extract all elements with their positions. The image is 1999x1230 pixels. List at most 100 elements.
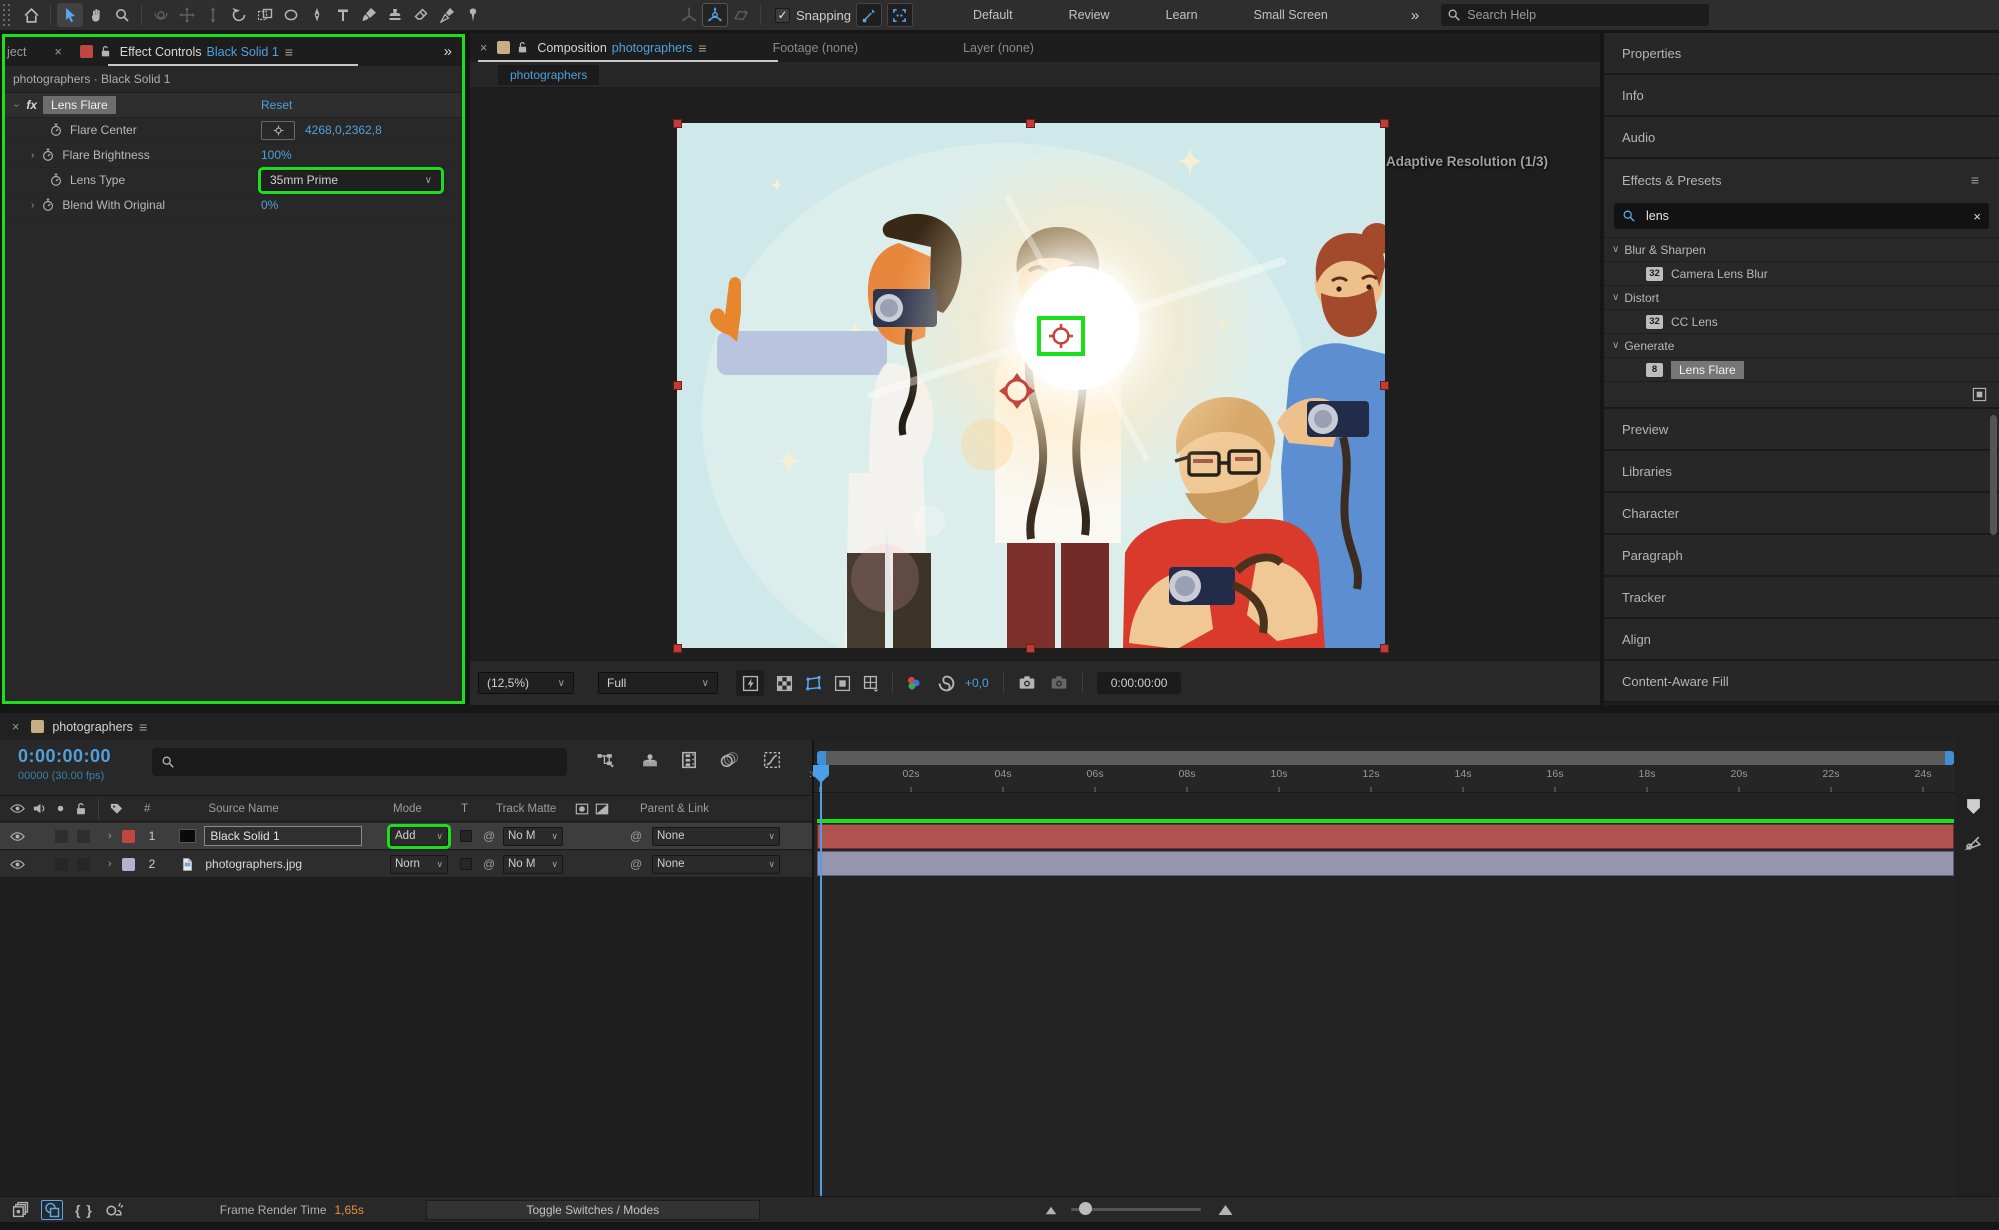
motion-blur-button[interactable]: [720, 751, 738, 769]
preserve-transparency-checkbox[interactable]: [460, 858, 472, 870]
brush-tool[interactable]: [356, 3, 382, 27]
rotation-tool[interactable]: [226, 3, 252, 27]
tab-overflow-chevron[interactable]: »: [444, 43, 452, 60]
exposure-value[interactable]: +0,0: [965, 676, 989, 690]
track-matte-dropdown[interactable]: No M ∨: [503, 855, 563, 874]
number-column-header[interactable]: #: [144, 803, 150, 815]
matte-pickwhip-icon[interactable]: @: [483, 829, 495, 843]
track-matte-column-header[interactable]: Track Matte: [496, 803, 556, 815]
zoom-in-mountain-icon[interactable]: [1217, 1203, 1234, 1217]
snapping-checkbox[interactable]: ✓: [775, 8, 790, 23]
layer-row-2[interactable]: › 2 photographers.jpg Norn ∨ @ No M ∨ @ …: [0, 851, 812, 878]
layer-twirl-icon[interactable]: ›: [108, 830, 112, 842]
project-tab-clipped[interactable]: ject: [7, 45, 26, 59]
panel-group-swatch[interactable]: [497, 41, 510, 54]
effect-point-button[interactable]: [261, 121, 295, 140]
tab-audio[interactable]: Audio: [1604, 117, 1999, 159]
selection-handle[interactable]: [1380, 119, 1389, 128]
expand-transfer-controls-button[interactable]: [41, 1200, 63, 1220]
footage-tab[interactable]: Footage (none): [773, 41, 858, 55]
stopwatch-icon[interactable]: [41, 148, 55, 162]
puppet-pin-tool[interactable]: [460, 3, 486, 27]
switch-cell[interactable]: [55, 858, 68, 871]
pan-camera-tool[interactable]: [174, 3, 200, 27]
work-area-end-handle[interactable]: [1945, 751, 1954, 765]
work-area-bar[interactable]: [817, 751, 1954, 765]
stopwatch-icon[interactable]: [49, 123, 63, 137]
expand-layer-switches-button[interactable]: [12, 1201, 29, 1218]
pan-behind-tool[interactable]: [252, 3, 278, 27]
effect-controls-tab-target[interactable]: Black Solid 1: [207, 45, 279, 59]
zoom-tool[interactable]: [109, 3, 135, 27]
composition-breadcrumb-chip[interactable]: photographers: [498, 65, 599, 85]
lens-type-dropdown[interactable]: 35mm Prime ∨: [261, 170, 441, 191]
comp-flowchart-icon[interactable]: [1964, 835, 1983, 852]
panel-group-swatch[interactable]: [31, 720, 44, 733]
panel-menu-icon[interactable]: ≡: [698, 40, 706, 56]
parent-dropdown[interactable]: None ∨: [652, 855, 780, 874]
zoom-out-mountain-icon[interactable]: [1045, 1203, 1057, 1217]
magnification-dropdown[interactable]: (12,5%) ∨: [478, 672, 574, 694]
search-help-input[interactable]: [1467, 8, 1677, 22]
layer-2-duration-bar[interactable]: [817, 851, 1954, 876]
tab-libraries[interactable]: Libraries: [1604, 451, 1999, 493]
tab-info[interactable]: Info: [1604, 75, 1999, 117]
layer-visibility-eye-icon[interactable]: [10, 829, 25, 844]
graph-editor-button[interactable]: [763, 751, 781, 769]
unlock-icon[interactable]: [99, 45, 112, 58]
switch-cell[interactable]: [77, 830, 90, 843]
snap-along-edges-button[interactable]: [856, 3, 882, 27]
panel-group-swatch[interactable]: [80, 45, 93, 58]
fast-previews-button[interactable]: [736, 670, 764, 696]
preserve-transparency-checkbox[interactable]: [460, 830, 472, 842]
source-name-column-header[interactable]: Source Name: [208, 803, 278, 815]
layer-row-1[interactable]: › 1 Black Solid 1 Add ∨ @ No M ∨ @ None …: [0, 823, 812, 850]
resolution-dropdown[interactable]: Full ∨: [598, 672, 718, 694]
stopwatch-icon[interactable]: [41, 198, 55, 212]
selection-handle[interactable]: [1026, 119, 1035, 128]
layer-name[interactable]: photographers.jpg: [205, 857, 302, 871]
tab-align[interactable]: Align: [1604, 619, 1999, 661]
tab-character[interactable]: Character: [1604, 493, 1999, 535]
selection-handle[interactable]: [1026, 644, 1035, 653]
snapping-control[interactable]: ✓ Snapping: [775, 8, 851, 23]
property-value[interactable]: 0%: [261, 198, 278, 212]
new-panel-corner-icon[interactable]: [1972, 387, 1987, 402]
layer-twirl-icon[interactable]: ›: [108, 858, 112, 870]
effects-group-distort[interactable]: ∨ Distort: [1604, 285, 1999, 309]
expand-render-time-pane-button[interactable]: [105, 1201, 124, 1218]
frame-blending-button[interactable]: [680, 751, 698, 769]
clone-stamp-tool[interactable]: [382, 3, 408, 27]
layer-visibility-eye-icon[interactable]: [10, 857, 25, 872]
composition-tab-target[interactable]: photographers: [612, 41, 693, 55]
draft-3d-button[interactable]: [640, 752, 660, 769]
panel-menu-icon[interactable]: ≡: [139, 719, 147, 735]
timeline-track-area[interactable]: :00s 02s 04s 06s 08s 10s 12s 14s 16s 18s…: [812, 740, 1955, 1196]
transparency-grid-button[interactable]: [776, 675, 793, 692]
flare-center-point-icon[interactable]: [1047, 322, 1075, 350]
switch-cell[interactable]: [55, 830, 68, 843]
workspace-review[interactable]: Review: [1069, 8, 1110, 22]
tab-preview[interactable]: Preview: [1604, 409, 1999, 451]
workspace-small-screen[interactable]: Small Screen: [1254, 8, 1328, 22]
exposure-reset-button[interactable]: [938, 675, 955, 692]
timeline-tab-close-icon[interactable]: ×: [12, 720, 19, 734]
switch-cell[interactable]: [77, 858, 90, 871]
tab-properties[interactable]: Properties: [1604, 33, 1999, 75]
toolbar-grip[interactable]: [2, 4, 12, 26]
comp-marker-bin-icon[interactable]: [1965, 798, 1982, 815]
effect-header-row[interactable]: › fx Lens Flare Reset: [5, 93, 462, 118]
parent-link-column-header[interactable]: Parent & Link: [640, 803, 709, 815]
work-area-start-handle[interactable]: [817, 751, 826, 765]
property-value[interactable]: 4268,0,2362,8: [305, 123, 382, 137]
layer-1-duration-bar[interactable]: [817, 824, 1954, 849]
layer-tab[interactable]: Layer (none): [963, 41, 1034, 55]
local-axis-mode-button[interactable]: [676, 3, 702, 27]
track-matte-dropdown[interactable]: No M ∨: [503, 827, 563, 846]
time-ruler[interactable]: :00s 02s 04s 06s 08s 10s 12s 14s 16s 18s…: [814, 765, 1957, 793]
home-button[interactable]: [18, 3, 44, 27]
layer-list-empty-area[interactable]: [0, 878, 812, 1196]
layer-label-swatch[interactable]: [122, 858, 135, 871]
selection-handle[interactable]: [673, 644, 682, 653]
mode-column-header[interactable]: Mode: [393, 803, 422, 815]
